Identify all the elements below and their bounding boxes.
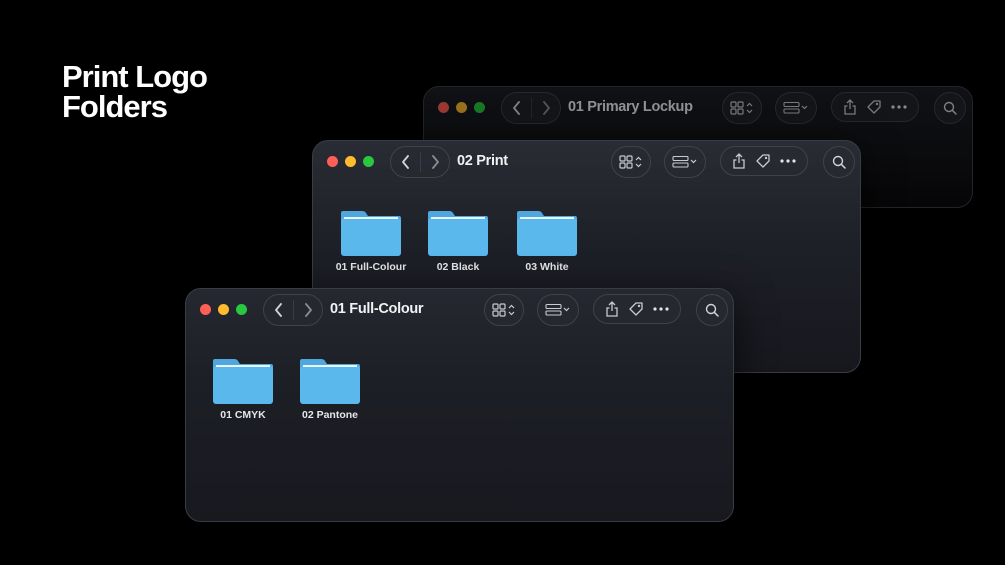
- group-icon: [672, 155, 697, 168]
- close-button[interactable]: [200, 304, 211, 315]
- actions-group: [720, 146, 808, 176]
- folder-icon: [341, 211, 401, 256]
- folder-label: 02 Pantone: [301, 409, 359, 421]
- actions-group: [593, 294, 681, 324]
- chevron-left-icon: [512, 101, 520, 115]
- group-button[interactable]: [537, 294, 579, 326]
- minimize-button[interactable]: [218, 304, 229, 315]
- chevron-right-icon: [431, 155, 439, 169]
- traffic-lights: [200, 304, 247, 315]
- window-toolbar: 01 Primary Lockup: [424, 87, 972, 129]
- view-mode-button[interactable]: [722, 92, 762, 124]
- grid-view-icon: [619, 155, 642, 169]
- folder-label: 02 Black: [436, 261, 480, 273]
- window-toolbar: 02 Print: [313, 141, 860, 183]
- forward-button[interactable]: [532, 94, 560, 122]
- more-icon[interactable]: [891, 104, 907, 110]
- folder-label: 01 CMYK: [220, 409, 266, 421]
- chevron-right-icon: [542, 101, 550, 115]
- chevron-left-icon: [401, 155, 409, 169]
- more-icon[interactable]: [780, 158, 796, 164]
- tag-icon[interactable]: [628, 301, 644, 317]
- view-mode-button[interactable]: [611, 146, 651, 178]
- back-button[interactable]: [503, 94, 531, 122]
- folder-item[interactable]: 02 Pantone: [290, 357, 370, 421]
- nav-buttons: [390, 146, 450, 178]
- zoom-button[interactable]: [474, 102, 485, 113]
- folder-icon: [428, 211, 488, 256]
- window-title: 01 Full-Colour: [330, 301, 424, 317]
- search-icon: [943, 101, 957, 115]
- nav-buttons: [501, 92, 561, 124]
- traffic-lights: [438, 102, 485, 113]
- folder-item[interactable]: 01 Full-Colour: [331, 209, 411, 273]
- back-button[interactable]: [392, 148, 420, 176]
- forward-button[interactable]: [294, 296, 322, 324]
- group-icon: [783, 101, 808, 114]
- search-button[interactable]: [934, 92, 966, 124]
- minimize-button[interactable]: [345, 156, 356, 167]
- finder-window-front[interactable]: 01 Full-Colour 01 CMYK 02 Pantone: [185, 288, 734, 522]
- search-icon: [832, 155, 846, 169]
- heading-line-1: Print Logo: [62, 59, 208, 94]
- group-button[interactable]: [664, 146, 706, 178]
- traffic-lights: [327, 156, 374, 167]
- chevron-right-icon: [304, 303, 312, 317]
- close-button[interactable]: [438, 102, 449, 113]
- search-button[interactable]: [696, 294, 728, 326]
- tag-icon[interactable]: [866, 99, 882, 115]
- tag-icon[interactable]: [755, 153, 771, 169]
- folder-icon: [517, 211, 577, 256]
- folder-label: 01 Full-Colour: [335, 261, 407, 273]
- group-button[interactable]: [775, 92, 817, 124]
- folder-icon: [300, 359, 360, 404]
- chevron-left-icon: [274, 303, 282, 317]
- share-icon[interactable]: [732, 153, 746, 169]
- folder-item[interactable]: 02 Black: [418, 209, 498, 273]
- grid-view-icon: [730, 101, 753, 115]
- folder-item[interactable]: 01 CMYK: [203, 357, 283, 421]
- group-icon: [545, 303, 570, 316]
- folder-item[interactable]: 03 White: [507, 209, 587, 273]
- view-mode-button[interactable]: [484, 294, 524, 326]
- close-button[interactable]: [327, 156, 338, 167]
- window-toolbar: 01 Full-Colour: [186, 289, 733, 331]
- zoom-button[interactable]: [236, 304, 247, 315]
- search-icon: [705, 303, 719, 317]
- nav-buttons: [263, 294, 323, 326]
- back-button[interactable]: [265, 296, 293, 324]
- forward-button[interactable]: [421, 148, 449, 176]
- folder-label: 03 White: [525, 261, 569, 273]
- page-heading: Print Logo Folders: [62, 59, 208, 124]
- zoom-button[interactable]: [363, 156, 374, 167]
- heading-line-2: Folders: [62, 89, 168, 124]
- grid-view-icon: [492, 303, 515, 317]
- search-button[interactable]: [823, 146, 855, 178]
- window-title: 01 Primary Lockup: [568, 99, 693, 115]
- window-title: 02 Print: [457, 153, 508, 169]
- minimize-button[interactable]: [456, 102, 467, 113]
- share-icon[interactable]: [605, 301, 619, 317]
- folder-icon: [213, 359, 273, 404]
- actions-group: [831, 92, 919, 122]
- more-icon[interactable]: [653, 306, 669, 312]
- share-icon[interactable]: [843, 99, 857, 115]
